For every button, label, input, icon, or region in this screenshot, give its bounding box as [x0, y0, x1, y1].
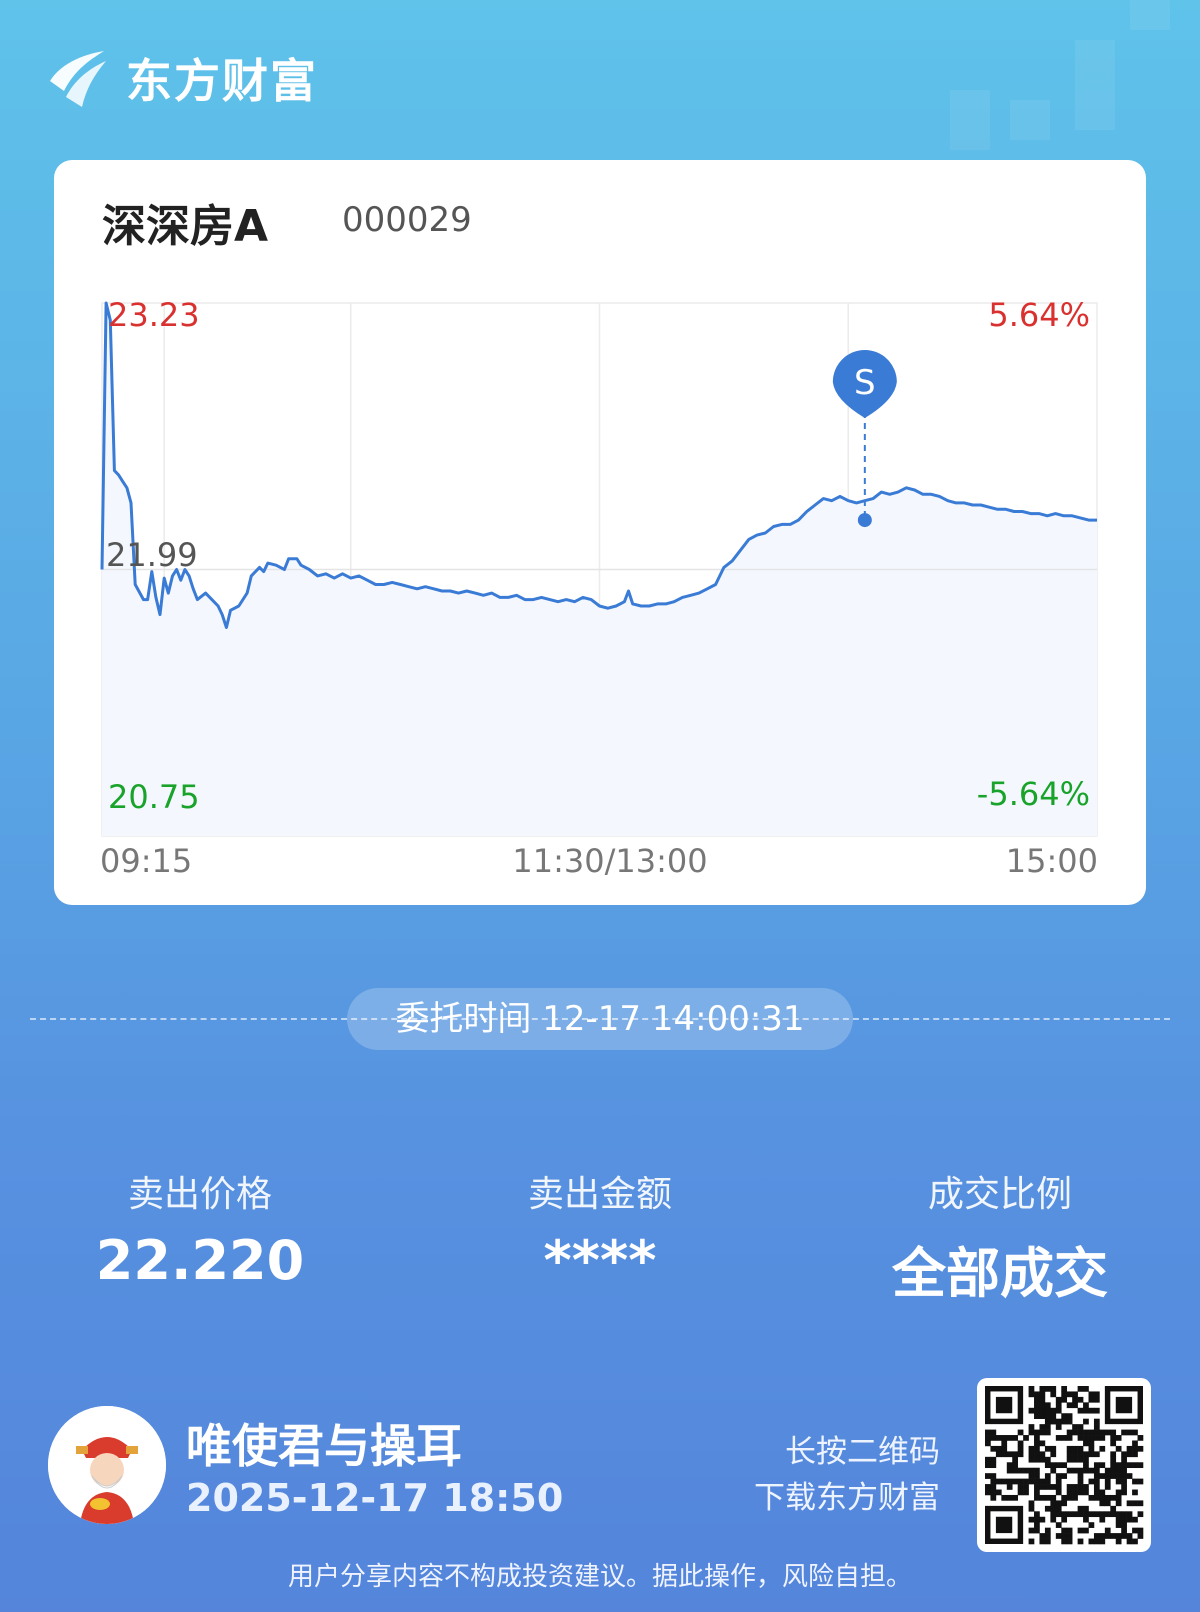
brand-name: 东方财富 — [126, 54, 318, 108]
sell-marker-label: S — [854, 363, 876, 403]
order-time-badge: 委托时间 12-17 14:00:31 — [347, 988, 853, 1050]
pct-min-label: -5.64% — [977, 775, 1090, 813]
stat-sell-price: 卖出价格 22.220 — [50, 1165, 350, 1292]
stat-label: 卖出金额 — [527, 1174, 672, 1215]
price-max-label: 23.23 — [108, 296, 200, 334]
bg-decoration — [950, 90, 990, 150]
price-min-label: 20.75 — [108, 778, 200, 816]
stat-value: 22.220 — [95, 1229, 305, 1292]
stat-fill-ratio: 成交比例 全部成交 — [850, 1165, 1150, 1308]
sell-point-dot — [857, 513, 872, 528]
stat-sell-amount: 卖出金额 **** — [450, 1165, 750, 1292]
eastmoney-logo-icon — [50, 51, 106, 107]
bg-decoration — [1130, 0, 1170, 30]
fortune-god-avatar — [48, 1406, 166, 1524]
stock-name: 深深房A — [102, 201, 269, 252]
share-time: 2025-12-17 18:50 — [186, 1476, 564, 1520]
price-mid-label: 21.99 — [106, 536, 198, 574]
stat-value: 全部成交 — [892, 1242, 1108, 1305]
bg-decoration — [1010, 100, 1050, 140]
stock-code: 000029 — [342, 200, 472, 240]
sell-marker-pin[interactable]: S — [832, 350, 897, 418]
disclaimer: 用户分享内容不构成投资建议。据此操作，风险自担。 — [287, 1562, 912, 1592]
x-tick-label: 09:15 — [100, 842, 192, 880]
qr-finder-pattern — [995, 1516, 1013, 1534]
brand-header: 东方财富 — [46, 46, 318, 110]
qr-code-icon — [985, 1386, 1144, 1545]
stat-label: 卖出价格 — [127, 1174, 272, 1215]
pct-max-label: 5.64% — [988, 296, 1090, 334]
bg-decoration — [1075, 40, 1115, 130]
stat-label: 成交比例 — [927, 1174, 1072, 1215]
intraday-chart[interactable]: S 23.23 21.99 20.75 5.64% -5.64% 09:15 1… — [54, 160, 1146, 905]
stock-chart-card: S 23.23 21.99 20.75 5.64% -5.64% 09:15 1… — [54, 160, 1146, 905]
stat-value: **** — [543, 1229, 657, 1292]
qr-finder-pattern — [1115, 1396, 1133, 1414]
x-tick-label: 15:00 — [1006, 842, 1098, 880]
user-name: 唯使君与操耳 — [186, 1419, 462, 1473]
qr-hint-line2: 下载东方财富 — [754, 1480, 940, 1516]
qr-hint-line1: 长按二维码 — [785, 1434, 940, 1470]
x-tick-label: 11:30/13:00 — [512, 842, 707, 880]
qr-finder-pattern — [995, 1396, 1013, 1414]
user-avatar[interactable] — [48, 1406, 166, 1524]
download-qr-code[interactable] — [977, 1378, 1151, 1552]
